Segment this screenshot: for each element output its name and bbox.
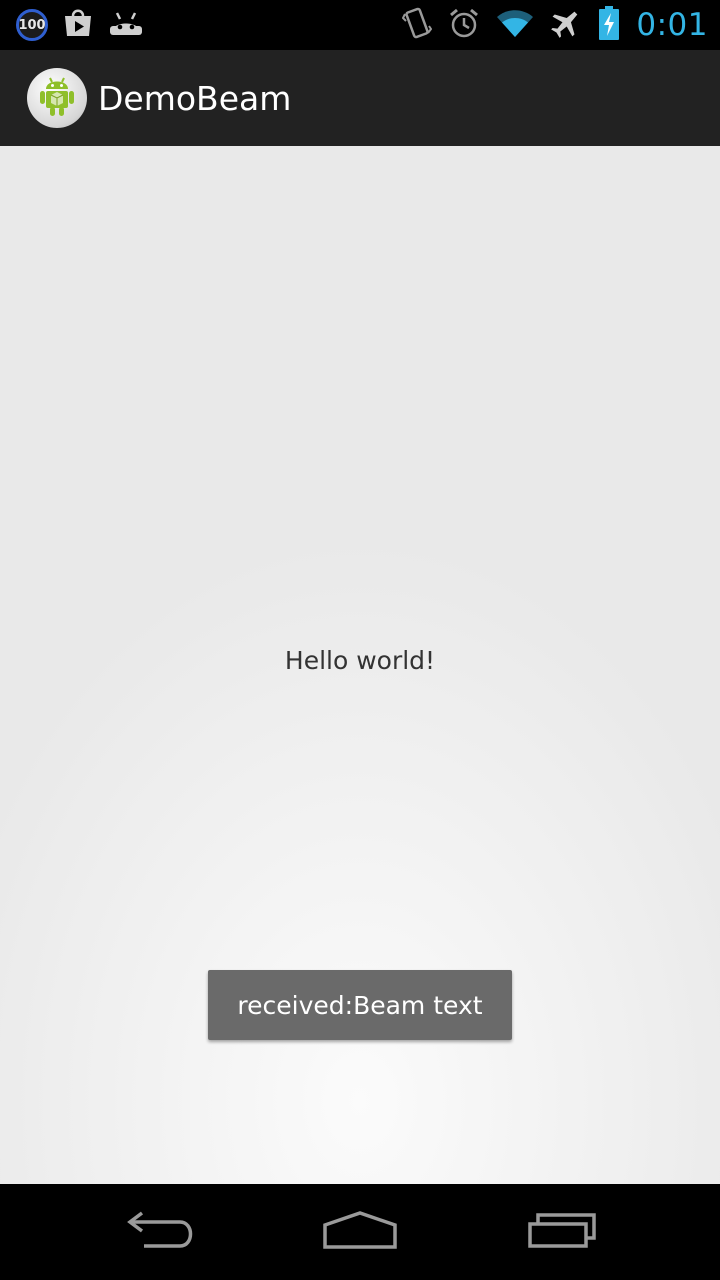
status-bar-left: 100 [16,6,144,44]
app-title: DemoBeam [98,79,292,118]
back-button[interactable] [100,1202,220,1262]
wifi-icon [496,8,534,42]
home-button[interactable] [300,1202,420,1262]
navigation-bar [0,1184,720,1280]
battery-charging-icon [598,6,620,44]
back-icon [124,1210,196,1254]
hello-text: Hello world! [284,646,436,675]
play-store-icon [62,8,94,42]
android-robot-icon [37,75,77,121]
action-bar: DemoBeam [0,50,720,146]
alarm-icon [448,7,480,43]
vibrate-icon [402,6,433,44]
main-content: Hello world! received:Beam text [0,146,720,1184]
airplane-mode-icon [550,7,582,43]
recent-apps-icon [526,1210,598,1254]
app-icon[interactable] [27,68,87,128]
notification-100-icon: 100 [16,9,48,41]
status-bar: 100 0:01 [0,0,720,50]
recent-apps-button[interactable] [502,1202,622,1262]
home-icon [322,1210,398,1254]
android-debug-icon [108,10,144,40]
toast-message: received:Beam text [208,970,512,1040]
status-time: 0:01 [636,7,708,43]
status-bar-right: 0:01 [402,6,708,44]
